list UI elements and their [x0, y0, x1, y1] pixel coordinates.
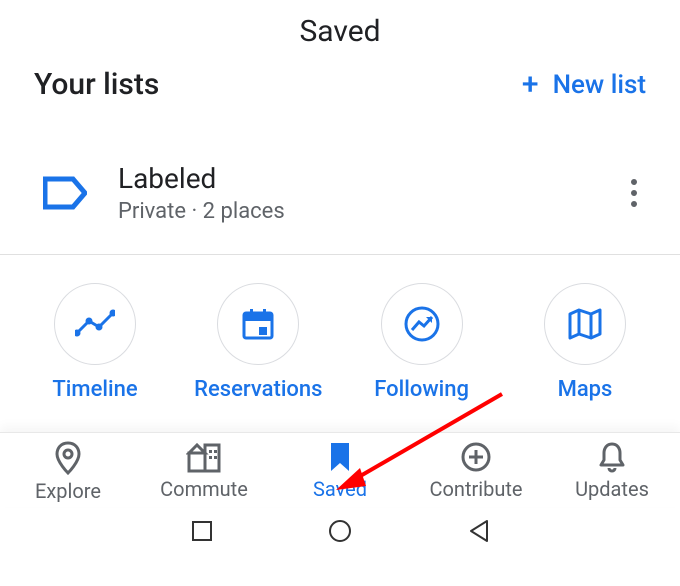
bottom-nav: Explore Commute Saved Contribute Updates [0, 432, 680, 507]
buildings-icon [186, 441, 222, 473]
pin-icon [54, 441, 82, 475]
your-lists-row: Your lists + New list [0, 67, 680, 122]
nav-saved[interactable]: Saved [275, 441, 405, 503]
quick-label: Following [374, 377, 469, 402]
trending-icon [381, 283, 463, 365]
quick-following[interactable]: Following [341, 283, 503, 402]
plus-circle-icon [460, 441, 492, 473]
list-item[interactable]: Labeled Private · 2 places [0, 122, 680, 255]
nav-updates[interactable]: Updates [547, 441, 677, 503]
list-subtitle: Private · 2 places [118, 199, 622, 224]
plus-icon: + [522, 70, 539, 100]
calendar-icon [217, 283, 299, 365]
nav-label: Saved [313, 477, 367, 501]
quick-label: Reservations [194, 377, 322, 402]
new-list-button[interactable]: + New list [522, 70, 646, 100]
system-nav [0, 507, 680, 551]
list-name: Labeled [118, 162, 622, 195]
page-title: Saved [0, 0, 680, 67]
list-text: Labeled Private · 2 places [118, 162, 622, 224]
sys-recent-button[interactable] [188, 517, 216, 545]
nav-contribute[interactable]: Contribute [411, 441, 541, 503]
overflow-menu-button[interactable] [622, 170, 646, 216]
bookmark-icon [328, 441, 352, 473]
map-icon [544, 283, 626, 365]
nav-label: Contribute [429, 477, 522, 501]
nav-label: Commute [160, 477, 248, 501]
label-tag-icon [38, 166, 92, 220]
quick-label: Maps [558, 377, 613, 402]
sys-home-button[interactable] [326, 517, 354, 545]
nav-label: Explore [35, 479, 101, 503]
nav-commute[interactable]: Commute [139, 441, 269, 503]
new-list-label: New list [553, 70, 646, 100]
bell-icon [598, 441, 626, 473]
quick-maps[interactable]: Maps [504, 283, 666, 402]
quick-reservations[interactable]: Reservations [177, 283, 339, 402]
nav-explore[interactable]: Explore [3, 441, 133, 503]
quick-label: Timeline [52, 377, 137, 402]
nav-label: Updates [575, 477, 649, 501]
timeline-icon [54, 283, 136, 365]
your-lists-heading: Your lists [34, 67, 159, 102]
sys-back-button[interactable] [464, 517, 492, 545]
quick-timeline[interactable]: Timeline [14, 283, 176, 402]
quick-access-row: Timeline Reservations Following [0, 255, 680, 432]
